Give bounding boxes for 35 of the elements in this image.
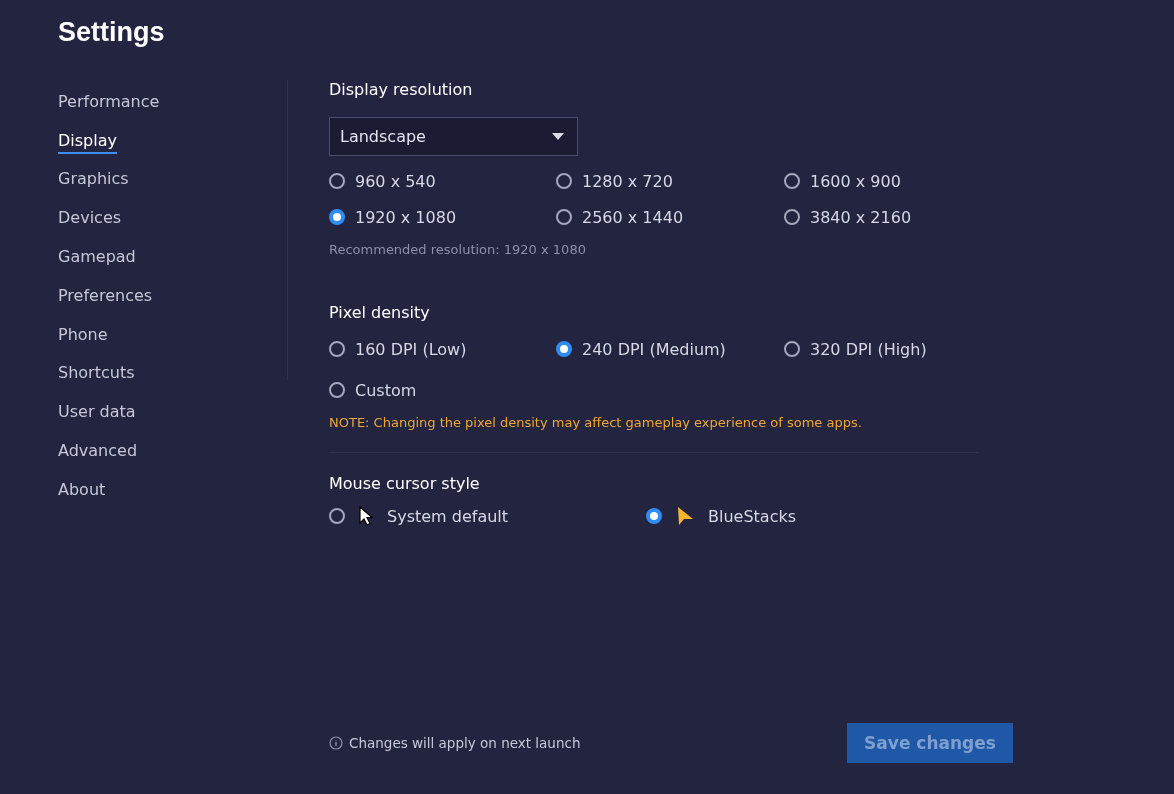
sidebar-item[interactable]: Shortcuts	[58, 353, 135, 393]
pointer-icon	[359, 506, 373, 526]
sidebar-item[interactable]: Advanced	[58, 431, 138, 470]
warning-note: NOTE: Changing the pixel density may affect gameplay experience of some apps.	[329, 415, 863, 430]
info-icon	[329, 736, 343, 750]
sidebar-item[interactable]: Display	[58, 120, 117, 160]
pointer-icon	[676, 506, 694, 526]
caret-icon	[552, 132, 564, 141]
sidebar-item[interactable]: Devices	[58, 198, 122, 238]
settings-title: Settings	[58, 16, 166, 49]
sidebar-item[interactable]: Preferences	[58, 276, 153, 315]
resolution-radio[interactable]: 3840 x 2160	[784, 206, 912, 228]
section-heading: Pixel density	[329, 303, 431, 324]
resolution-radio[interactable]: 960 x 540	[329, 170, 436, 192]
resolution-radio[interactable]: 2560 x 1440	[556, 206, 684, 228]
sidebar-item[interactable]: Gamepad	[58, 237, 136, 276]
density-radio[interactable]: Custom	[329, 379, 417, 401]
sidebar-item[interactable]: Graphics	[58, 159, 129, 199]
section-heading: Mouse cursor style	[329, 474, 481, 495]
cursor-style-radio[interactable]: System default	[329, 505, 646, 527]
orientation-dropdown[interactable]: Landscape	[329, 117, 578, 156]
info-text: Changes will apply on next launch	[349, 735, 581, 751]
sidebar-item[interactable]: User data	[58, 392, 136, 432]
sidebar-item[interactable]: Phone	[58, 314, 108, 354]
resolution-radio[interactable]: 1280 x 720	[556, 170, 673, 192]
sidebar-item[interactable]: About	[58, 469, 106, 509]
density-radio[interactable]: 160 DPI (Low)	[329, 338, 467, 360]
recommended-resolution-text: Recommended resolution: 1920 x 1080	[329, 242, 587, 257]
density-radio[interactable]: 320 DPI (High)	[784, 338, 927, 360]
section-heading: Display resolution	[329, 80, 474, 101]
resolution-radio[interactable]: 1600 x 900	[784, 170, 901, 192]
sidebar-item[interactable]: Performance	[58, 82, 160, 121]
cursor-style-radio[interactable]: BlueStacks	[646, 505, 963, 527]
resolution-radio[interactable]: 1920 x 1080	[329, 206, 457, 228]
density-radio[interactable]: 240 DPI (Medium)	[556, 338, 726, 360]
